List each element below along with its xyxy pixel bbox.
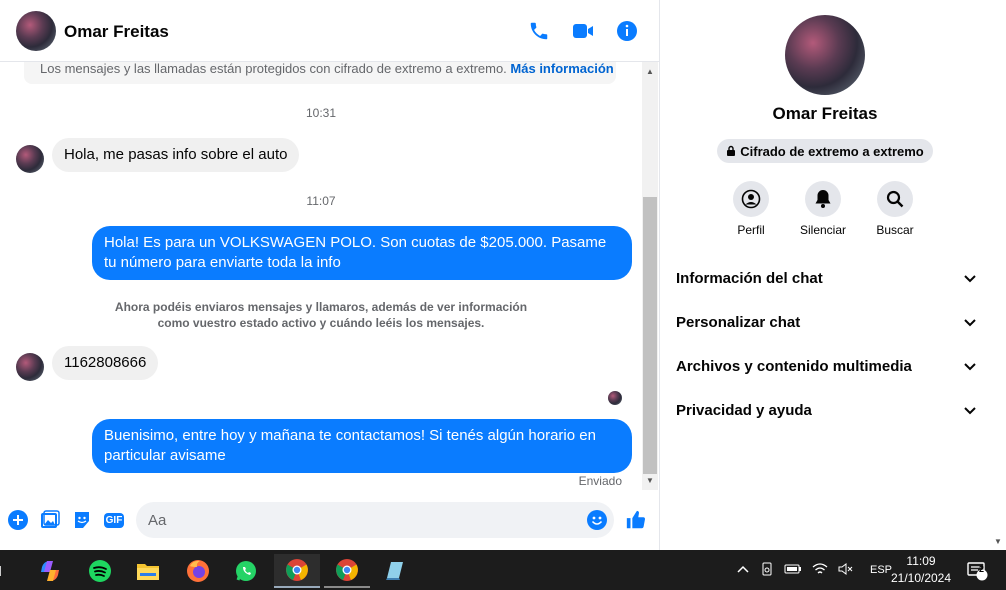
plus-icon[interactable] xyxy=(7,509,29,531)
chrome-profile-icon[interactable] xyxy=(274,554,320,588)
lock-icon xyxy=(726,144,736,159)
contact-name[interactable]: Omar Freitas xyxy=(64,22,169,42)
timestamp: 10:31 xyxy=(305,106,337,120)
wifi-icon[interactable] xyxy=(812,562,828,579)
search-action-label: Buscar xyxy=(876,223,914,237)
section-label: Privacidad y ayuda xyxy=(676,401,812,419)
scroll-down-arrow-icon[interactable]: ▼ xyxy=(646,476,654,485)
chevron-down-icon xyxy=(964,270,976,287)
contact-avatar[interactable] xyxy=(16,11,56,51)
firefox-icon[interactable] xyxy=(178,554,218,588)
section-label: Información del chat xyxy=(676,269,823,287)
whatsapp-icon[interactable] xyxy=(226,554,266,588)
section-media-files[interactable]: Archivos y contenido multimedia xyxy=(676,344,976,388)
chat-header: Omar Freitas xyxy=(0,0,659,62)
chevron-up-icon[interactable] xyxy=(736,563,750,577)
outgoing-message[interactable]: Hola! Es para un VOLKSWAGEN POLO. Son cu… xyxy=(92,226,632,280)
notification-icon[interactable]: 2 xyxy=(960,554,994,588)
notification-count: 2 xyxy=(979,564,985,574)
profile-icon[interactable] xyxy=(733,181,769,217)
incoming-message[interactable]: 1162808666 xyxy=(52,346,159,380)
sticker-icon[interactable] xyxy=(71,509,93,531)
like-icon[interactable] xyxy=(625,509,647,531)
spotify-icon[interactable] xyxy=(80,554,120,588)
scrollbar-thumb[interactable] xyxy=(643,197,657,474)
chat-column: Omar Freitas Los mensajes y las llamadas… xyxy=(0,0,660,550)
copilot-icon[interactable] xyxy=(30,554,70,588)
section-label: Archivos y contenido multimedia xyxy=(676,357,912,375)
file-explorer-icon[interactable] xyxy=(128,554,168,588)
message-input[interactable] xyxy=(136,502,614,538)
video-camera-icon[interactable] xyxy=(570,18,596,44)
section-customize-chat[interactable]: Personalizar chat xyxy=(676,300,976,344)
bell-icon[interactable] xyxy=(805,181,841,217)
search-action[interactable]: Buscar xyxy=(850,181,940,237)
device-icon[interactable] xyxy=(760,561,774,580)
encryption-label: Cifrado de extremo a extremo xyxy=(740,143,924,159)
encryption-notice: Los mensajes y las llamadas están proteg… xyxy=(24,62,616,84)
notice-text: Los mensajes y las llamadas están proteg… xyxy=(40,62,507,76)
start-icon[interactable] xyxy=(0,554,10,588)
section-chat-info[interactable]: Información del chat xyxy=(676,256,976,300)
incoming-message[interactable]: Hola, me pasas info sobre el auto xyxy=(52,138,300,172)
sender-avatar[interactable] xyxy=(16,145,44,173)
scroll-down-arrow-icon[interactable]: ▼ xyxy=(994,537,1002,546)
system-tray: ESP xyxy=(736,550,892,590)
chevron-down-icon xyxy=(964,314,976,331)
encryption-badge: Cifrado de extremo a extremo xyxy=(717,139,933,163)
message-list[interactable]: Los mensajes y las llamadas están proteg… xyxy=(0,62,642,490)
section-privacy-help[interactable]: Privacidad y ayuda xyxy=(676,388,976,432)
phone-icon[interactable] xyxy=(526,18,552,44)
composer: GIF xyxy=(0,495,659,547)
sender-avatar[interactable] xyxy=(16,353,44,381)
panel-scrollbar[interactable]: ▼ xyxy=(990,0,1006,550)
conversation-details-panel: Omar Freitas Cifrado de extremo a extrem… xyxy=(660,0,990,550)
profile-name: Omar Freitas xyxy=(772,104,878,123)
gif-icon[interactable]: GIF xyxy=(103,509,125,531)
gif-label: GIF xyxy=(103,512,125,528)
info-icon[interactable] xyxy=(614,18,640,44)
profile-avatar[interactable] xyxy=(785,15,865,95)
notepad-icon[interactable] xyxy=(374,554,414,588)
emoji-icon[interactable] xyxy=(586,509,608,531)
scroll-up-arrow-icon[interactable]: ▲ xyxy=(646,67,654,76)
battery-icon[interactable] xyxy=(784,563,802,578)
search-icon[interactable] xyxy=(877,181,913,217)
clock-time: 11:09 xyxy=(906,554,936,568)
chrome-icon[interactable] xyxy=(324,554,370,588)
clock[interactable]: 11:09 21/10/2024 xyxy=(888,553,954,587)
outgoing-message[interactable]: Buenisimo, entre hoy y mañana te contact… xyxy=(92,419,632,473)
clock-date: 21/10/2024 xyxy=(890,571,952,585)
chevron-down-icon xyxy=(964,358,976,375)
message-status: Enviado xyxy=(578,474,622,488)
more-info-link[interactable]: Más información xyxy=(510,62,613,76)
windows-taskbar: ESP 11:09 21/10/2024 2 xyxy=(0,550,1006,590)
chevron-down-icon xyxy=(964,402,976,419)
seen-indicator-avatar xyxy=(608,391,622,405)
volume-muted-icon[interactable] xyxy=(838,562,854,579)
gallery-icon[interactable] xyxy=(39,509,61,531)
timestamp: 11:07 xyxy=(306,194,336,208)
section-label: Personalizar chat xyxy=(676,313,801,331)
system-message: Ahora podéis enviaros mensajes y llamaro… xyxy=(114,300,528,330)
messenger-app: Omar Freitas Los mensajes y las llamadas… xyxy=(0,0,1006,550)
message-scrollbar[interactable]: ▲ ▼ xyxy=(642,62,658,490)
